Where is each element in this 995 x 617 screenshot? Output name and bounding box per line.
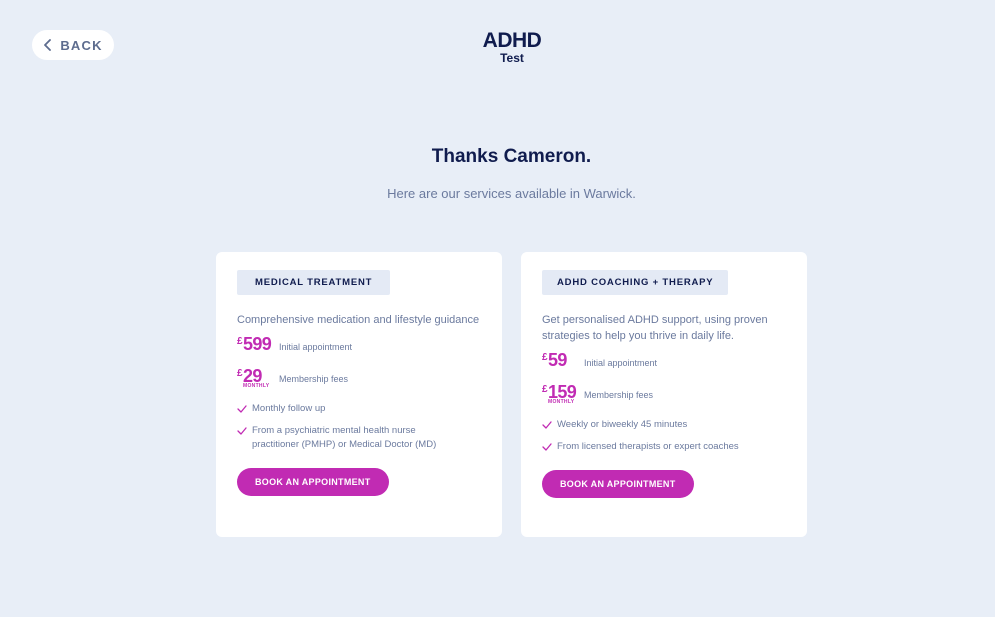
service-tag: MEDICAL TREATMENT — [237, 270, 391, 295]
price-amount: £599 — [237, 334, 272, 354]
book-appointment-button[interactable]: BOOK AN APPOINTMENT — [542, 470, 694, 498]
feature-item: Monthly follow up — [237, 402, 481, 416]
service-card-medical-treatment: MEDICAL TREATMENT Comprehensive medicati… — [216, 252, 502, 537]
price-label: Membership fees — [584, 390, 654, 400]
check-icon — [542, 421, 552, 429]
monthly-label: MONTHLY — [548, 399, 575, 405]
logo: ADHD Test — [462, 29, 562, 66]
monthly-label: MONTHLY — [243, 383, 270, 389]
page-subtitle: Here are our services available in Warwi… — [387, 186, 636, 201]
check-icon — [237, 405, 247, 413]
service-description: Get personalised ADHD support, using pro… — [542, 314, 768, 342]
feature-item: From licensed therapists or expert coach… — [542, 440, 786, 454]
book-appointment-button[interactable]: BOOK AN APPOINTMENT — [237, 468, 389, 496]
page-title: Thanks Cameron. — [431, 146, 592, 167]
service-tag: ADHD COACHING + THERAPY — [542, 270, 729, 295]
price-row-initial: £599 Initial appointment — [237, 334, 481, 360]
back-label: BACK — [60, 37, 103, 53]
price-label: Initial appointment — [584, 358, 658, 368]
price-row-membership: £159 MONTHLY Membership fees — [542, 382, 786, 408]
service-description: Comprehensive medication and lifestyle g… — [237, 314, 480, 326]
logo-sub-text: Test — [500, 51, 524, 65]
price-label: Membership fees — [279, 374, 349, 384]
feature-list: Weekly or biweekly 45 minutes From licen… — [542, 418, 786, 454]
price-label: Initial appointment — [279, 342, 353, 352]
check-icon — [237, 427, 247, 435]
feature-item: From a psychiatric mental health nurse p… — [237, 424, 447, 452]
feature-list: Monthly follow up From a psychiatric men… — [237, 402, 481, 452]
check-icon — [542, 443, 552, 451]
price-amount: £59 — [542, 350, 567, 370]
feature-item: Weekly or biweekly 45 minutes — [542, 418, 786, 432]
service-card-coaching-therapy: ADHD COACHING + THERAPY Get personalised… — [521, 252, 807, 537]
back-button[interactable]: BACK — [32, 30, 114, 60]
chevron-left-icon — [44, 39, 52, 51]
price-row-initial: £59 Initial appointment — [542, 350, 786, 376]
logo-main-text: ADHD — [482, 29, 542, 52]
price-row-membership: £29 MONTHLY Membership fees — [237, 366, 481, 392]
